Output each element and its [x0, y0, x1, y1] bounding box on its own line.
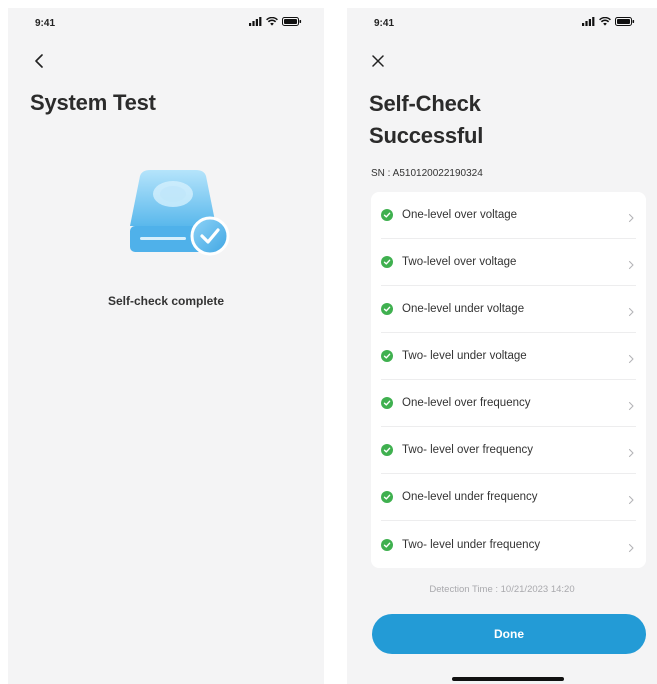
wifi-icon	[599, 17, 611, 26]
chevron-right-icon	[626, 304, 636, 317]
status-time: 9:41	[35, 18, 56, 29]
check-row[interactable]: One-level under voltage	[381, 286, 636, 333]
status-time: 9:41	[374, 18, 395, 29]
self-check-result-screen: 9:41 Self-Check Successful SN : A5101200…	[347, 8, 657, 684]
check-circle-icon	[381, 256, 393, 268]
chevron-right-icon	[626, 351, 636, 364]
battery-icon	[282, 17, 302, 26]
self-check-caption: Self-check complete	[107, 294, 225, 308]
hard-drive-check-icon	[120, 168, 232, 260]
check-row[interactable]: One-level under frequency	[381, 474, 636, 521]
check-circle-icon	[381, 444, 393, 456]
back-button[interactable]	[28, 50, 50, 72]
check-row[interactable]: Two- level under frequency	[381, 521, 636, 568]
check-label: One-level over frequency	[402, 397, 531, 409]
check-row[interactable]: Two-level over voltage	[381, 239, 636, 286]
signal-icon	[582, 17, 595, 26]
check-label: One-level over voltage	[402, 209, 518, 221]
chevron-right-icon	[626, 210, 636, 223]
check-list: One-level over voltage Two-level over vol…	[371, 192, 646, 568]
detection-time: Detection Time : 10/21/2023 14:20	[429, 584, 575, 595]
close-button[interactable]	[367, 50, 389, 72]
page-title-line-2: Successful	[369, 123, 484, 148]
chevron-right-icon	[626, 398, 636, 411]
check-label: Two- level under voltage	[402, 350, 527, 362]
check-circle-icon	[381, 491, 393, 503]
page-title-line-1: Self-Check	[369, 91, 481, 116]
check-circle-icon	[381, 397, 393, 409]
status-bar: 9:41	[8, 8, 324, 38]
serial-number: SN : A510120022190324	[371, 168, 483, 179]
check-row[interactable]: Two- level under voltage	[381, 333, 636, 380]
check-row[interactable]: Two- level over frequency	[381, 427, 636, 474]
battery-icon	[615, 17, 635, 26]
status-icons	[582, 17, 635, 26]
system-test-screen: 9:41 System Test Self-check complete	[8, 8, 324, 684]
check-label: Two- level over frequency	[402, 444, 534, 456]
check-label: Two- level under frequency	[402, 538, 541, 551]
page-title: Self-Check Successful	[369, 88, 483, 152]
check-circle-icon	[381, 538, 393, 551]
chevron-right-icon	[626, 257, 636, 270]
signal-icon	[249, 17, 262, 26]
status-bar: 9:41	[347, 8, 657, 38]
check-circle-icon	[381, 209, 393, 221]
done-button[interactable]: Done	[372, 614, 646, 654]
check-circle-icon	[381, 303, 393, 315]
home-indicator	[452, 677, 564, 681]
chevron-right-icon	[626, 445, 636, 458]
chevron-right-icon	[626, 540, 636, 552]
wifi-icon	[266, 17, 278, 26]
check-row[interactable]: One-level over voltage	[381, 192, 636, 239]
check-label: Two-level over voltage	[402, 256, 517, 268]
check-circle-icon	[381, 350, 393, 362]
page-title: System Test	[30, 90, 156, 115]
check-row[interactable]: One-level over frequency	[381, 380, 636, 427]
chevron-right-icon	[626, 492, 636, 505]
check-label: One-level under frequency	[402, 491, 538, 503]
chevron-left-icon	[35, 54, 43, 68]
check-label: One-level under voltage	[402, 303, 525, 315]
status-icons	[249, 17, 302, 26]
close-icon	[372, 55, 384, 67]
